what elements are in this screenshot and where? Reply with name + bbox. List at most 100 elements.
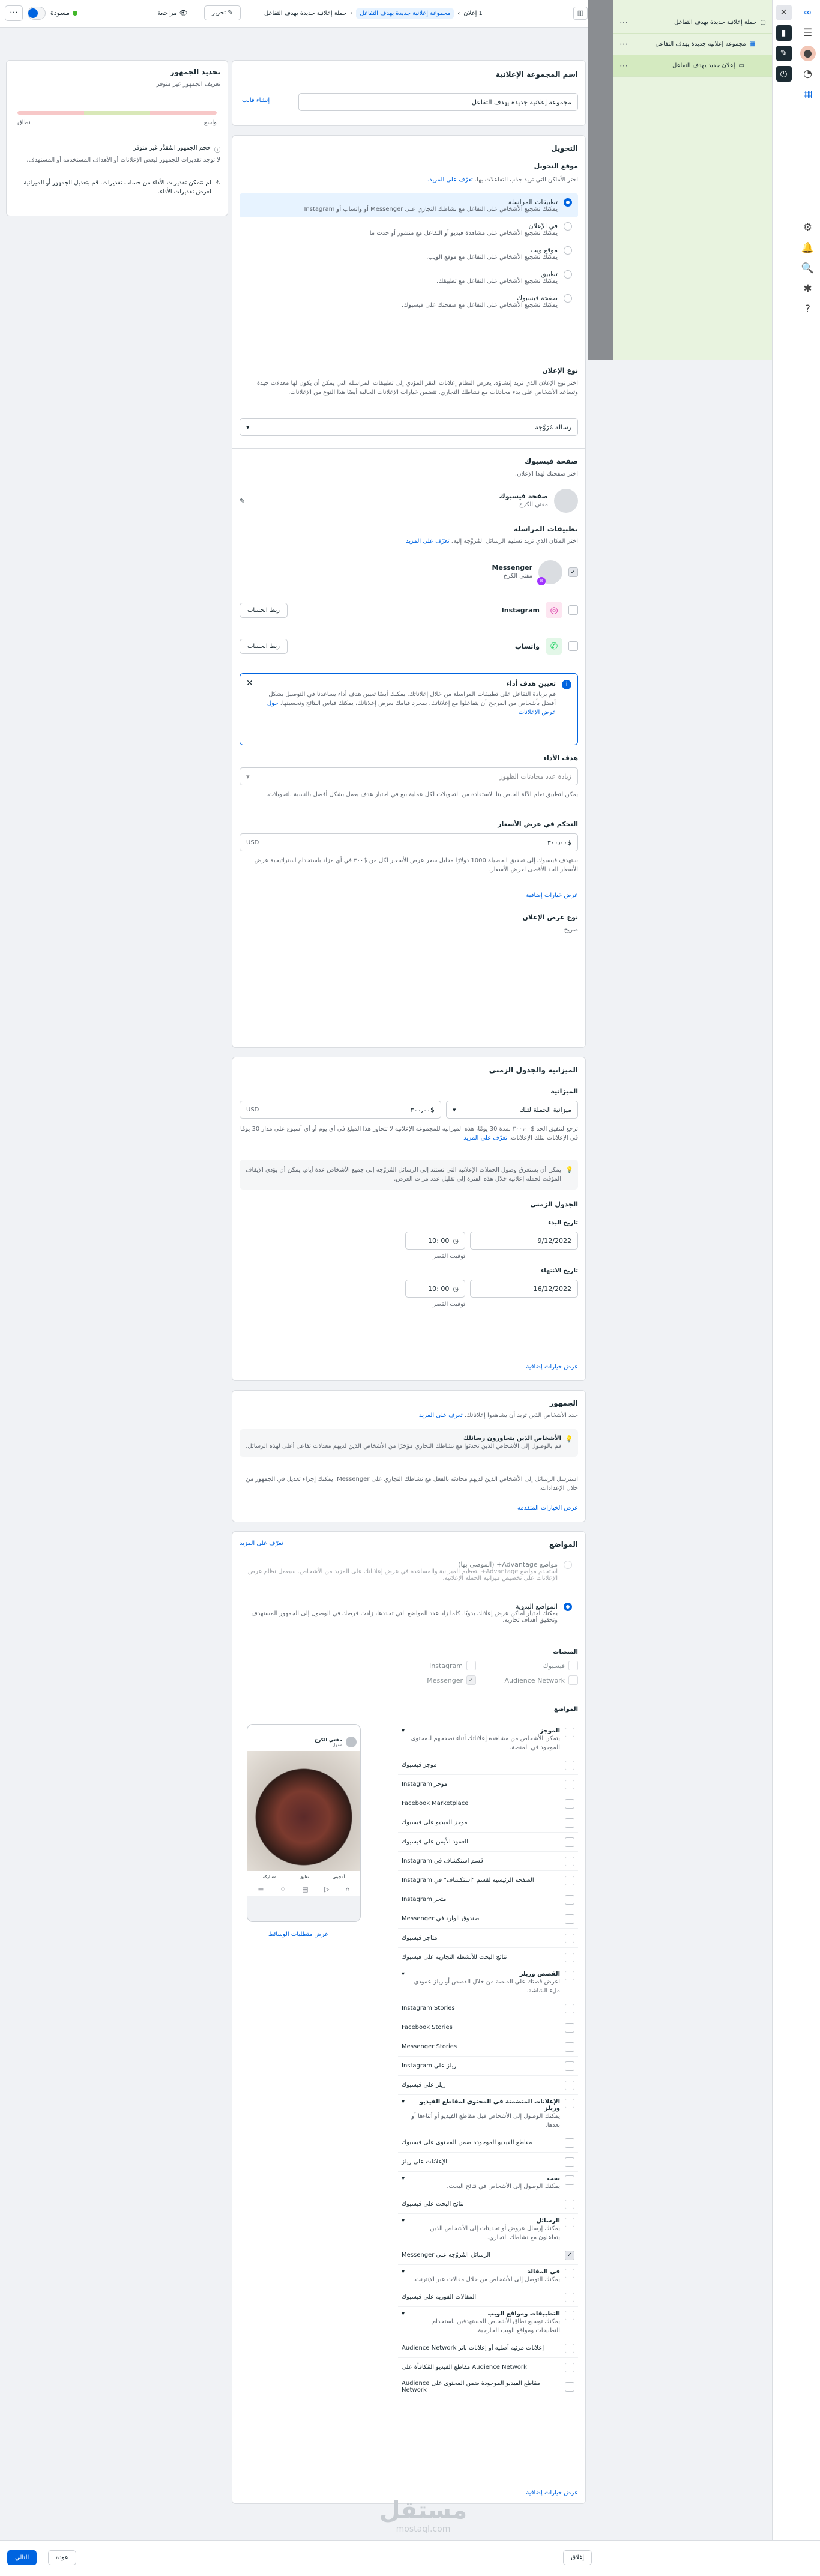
placement-checkbox[interactable] [565, 2292, 574, 2302]
placement-row[interactable]: موجز Instagram [398, 1775, 578, 1794]
radio-on-ad[interactable] [564, 222, 572, 231]
placement-row[interactable]: ريلز على Instagram [398, 2057, 578, 2076]
placement-row[interactable]: صندوق الوارد في Messenger [398, 1909, 578, 1929]
bell-icon[interactable]: 🔔 [800, 240, 816, 256]
budget-amount-input[interactable]: $٣٠٠٫٠٠ USD [240, 1101, 441, 1119]
placement-group[interactable]: في المقالة يمكنك التوصل إلى الأشخاص من خل… [398, 2265, 578, 2288]
placement-checkbox[interactable] [565, 1952, 574, 1962]
show-more-options-link[interactable]: عرض خيارات إضافية [240, 892, 578, 899]
close-button[interactable]: إغلاق [563, 2550, 592, 2565]
placement-checkbox[interactable] [565, 2381, 574, 2392]
platform-facebook[interactable]: فيسبوك [488, 1661, 578, 1670]
placement-row[interactable]: الإعلانات على ريلز [398, 2153, 578, 2172]
placement-group[interactable]: القصص وريلز اعرض قصتك على المنصة من خلال … [398, 1967, 578, 1999]
group-checkbox[interactable] [565, 2269, 574, 2278]
review-button[interactable]: 👁 مراجعة [157, 9, 188, 17]
placement-checkbox[interactable] [565, 1856, 574, 1866]
history-icon[interactable]: ◷ [776, 66, 792, 82]
radio-advantage[interactable] [564, 1561, 572, 1569]
adtype-select[interactable]: رسالة مُرَوَّجة ▾ [240, 418, 578, 436]
placement-checkbox[interactable] [565, 1837, 574, 1847]
chart-icon[interactable]: ▮ [776, 25, 792, 41]
placement-row[interactable]: المقالات الفورية على فيسبوك [398, 2288, 578, 2307]
radio-facebook-page[interactable] [564, 294, 572, 303]
group-checkbox[interactable] [565, 2218, 574, 2227]
placement-row[interactable]: مقاطع الفيديو الموجودة ضمن المحتوى على A… [398, 2377, 578, 2396]
placement-row[interactable]: العمود الأيمن على فيسبوك [398, 1833, 578, 1852]
placement-row[interactable]: إعلانات مرئية أصلية أو إعلانات بانر Audi… [398, 2339, 578, 2358]
whatsapp-checkbox[interactable] [568, 641, 578, 651]
placement-checkbox[interactable] [565, 2343, 574, 2353]
placement-row[interactable]: ريلز على فيسبوك [398, 2076, 578, 2095]
platform-audience-network[interactable]: Audience Network [488, 1675, 578, 1685]
placement-row[interactable]: موجز فيسبوك [398, 1756, 578, 1775]
menu-icon[interactable]: ☰ [800, 25, 816, 41]
placement-checkbox[interactable] [565, 1875, 574, 1885]
tree-adset-row[interactable]: ▦ مجموعة إعلانية جديدة يهدف التفاعل ⋯ [613, 34, 772, 55]
placement-checkbox[interactable] [565, 1894, 574, 1905]
placement-row[interactable]: متجر Instagram [398, 1890, 578, 1909]
platform-messenger[interactable]: ✓ Messenger [386, 1675, 476, 1685]
group-checkbox[interactable] [565, 2099, 574, 2108]
avatar[interactable]: ● [800, 46, 816, 61]
placement-row[interactable]: Audience Network مقاطع الفيديو المُكافأة… [398, 2358, 578, 2377]
edit-icon[interactable]: ✎ [240, 497, 245, 505]
option-app[interactable]: تطبيق يمكنك تشجيع الأشخاص على التفاعل مع … [240, 265, 578, 289]
placement-checkbox[interactable]: ✓ [565, 2250, 574, 2260]
meta-logo-icon[interactable]: ∞ [800, 5, 816, 20]
placement-row[interactable]: مقاطع الفيديو الموجودة ضمن المحتوى على ف… [398, 2133, 578, 2153]
placement-group[interactable]: الإعلانات المتضمنة في المحتوى لمقاطع الف… [398, 2095, 578, 2133]
audience-learn-link[interactable]: تعرف على المزيد [419, 1412, 463, 1419]
placement-checkbox[interactable] [565, 2080, 574, 2090]
placement-checkbox[interactable] [565, 2138, 574, 2148]
show-more-options-link[interactable]: عرض خيارات إضافية [240, 1364, 578, 1370]
advantage-placements-option[interactable]: مواضع Advantage+ (الموصى بها) استخدم مواض… [240, 1556, 578, 1586]
instagram-checkbox[interactable] [466, 1661, 476, 1670]
toggle-switch[interactable] [28, 7, 46, 20]
breadcrumb-campaign[interactable]: حملة إعلانية جديدة يهدف التفاعل [264, 10, 346, 17]
more-icon[interactable]: ⋯ [620, 61, 628, 71]
group-checkbox[interactable] [565, 2175, 574, 2185]
placement-row[interactable]: نتائج البحث على فيسبوك [398, 2195, 578, 2214]
bug-icon[interactable]: ✱ [800, 281, 816, 297]
learn-more-link[interactable]: تعرّف على المزيد. [427, 177, 473, 183]
more-icon[interactable]: ⋯ [620, 18, 628, 28]
show-more-options-link[interactable]: عرض خيارات إضافية [240, 2490, 578, 2496]
group-checkbox[interactable] [565, 2311, 574, 2320]
media-requirements-link[interactable]: عرض متطلبات الوسائط [268, 1931, 328, 1938]
placement-checkbox[interactable] [565, 2061, 574, 2071]
option-on-ad[interactable]: في الإعلان يمكنك تشجيع الأشخاص على مشاهدة… [240, 217, 578, 241]
close-icon[interactable]: ✕ [246, 679, 253, 688]
start-time-input[interactable]: ◷ 00 :10 [405, 1232, 465, 1250]
messenger-checkbox[interactable]: ✓ [568, 567, 578, 577]
placement-row[interactable]: متاجر فيسبوك [398, 1929, 578, 1948]
placement-checkbox[interactable] [565, 1760, 574, 1770]
end-date-input[interactable]: 16/12/2022 [470, 1280, 578, 1298]
apps-learn-link[interactable]: تعرّف على المزيد [406, 538, 450, 545]
help-icon[interactable]: ? [800, 301, 816, 317]
radio-app[interactable] [564, 270, 572, 279]
end-time-input[interactable]: ◷ 00 :10 [405, 1280, 465, 1298]
option-website[interactable]: موقع ويب يمكنك تشجيع الأشخاص على التفاعل … [240, 241, 578, 265]
settings-icon[interactable]: ⚙ [800, 220, 816, 235]
radio-website[interactable] [564, 246, 572, 255]
placement-checkbox[interactable] [565, 1779, 574, 1789]
placement-checkbox[interactable] [565, 2003, 574, 2013]
search-icon[interactable]: 🔍 [800, 261, 816, 276]
placement-checkbox[interactable] [565, 2157, 574, 2167]
start-date-input[interactable]: 9/12/2022 [470, 1232, 578, 1250]
placement-row[interactable]: الصفحة الرئيسية لقسم "استكشاف" في Instag… [398, 1871, 578, 1890]
sidebar-toggle-icon[interactable]: ▥ [573, 7, 588, 20]
placement-checkbox[interactable] [565, 2199, 574, 2209]
radio-manual[interactable] [564, 1603, 572, 1611]
edit-button[interactable]: ✎ تحرير [204, 5, 241, 20]
placement-row[interactable]: Facebook Stories [398, 2018, 578, 2037]
grid-icon[interactable]: ▦ [800, 86, 816, 102]
breadcrumb-ad[interactable]: 1 إعلان [463, 10, 483, 17]
instagram-checkbox[interactable] [568, 605, 578, 615]
placement-checkbox[interactable] [565, 2362, 574, 2372]
cost-input[interactable]: $٣٠٠٫٠٠ USD [240, 833, 578, 851]
placement-checkbox[interactable] [565, 1818, 574, 1828]
edit-icon[interactable]: ✎ [776, 46, 792, 61]
adset-name-input[interactable]: مجموعة إعلانية جديدة يهدف التفاعل [298, 93, 578, 111]
